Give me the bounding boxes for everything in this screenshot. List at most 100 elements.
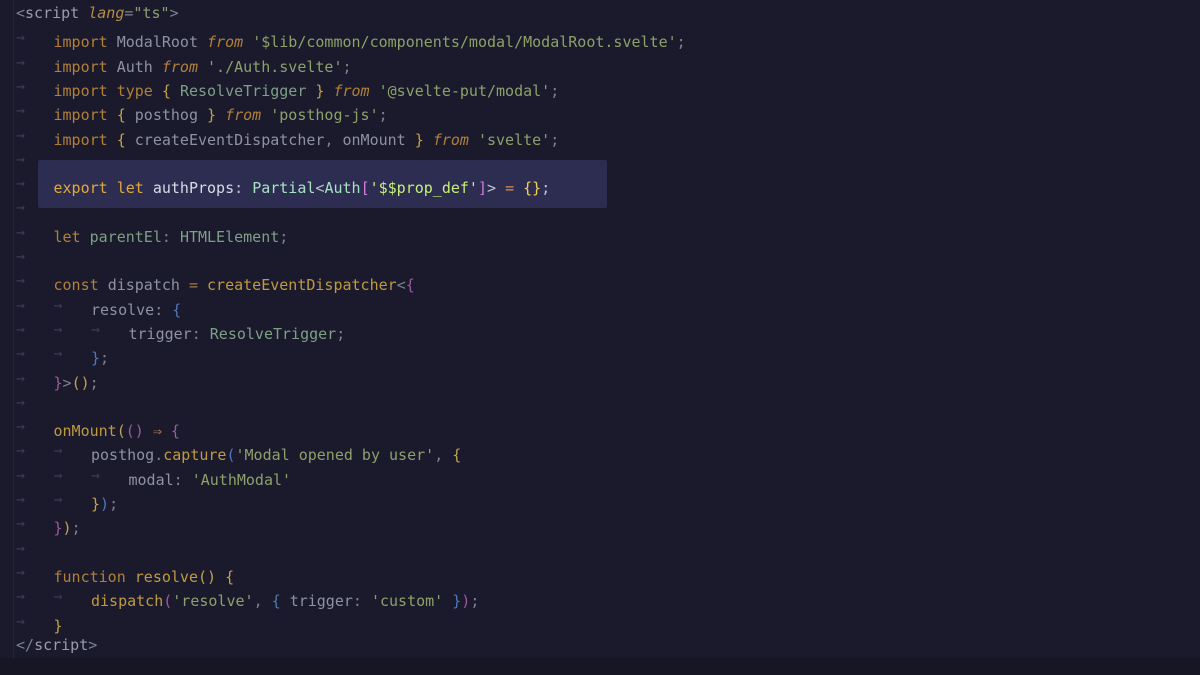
code-token: ; — [541, 179, 551, 198]
code-token: authProps — [152, 179, 235, 198]
code-token: ; — [550, 130, 560, 149]
code-token: import — [53, 106, 108, 125]
code-line[interactable]: → — [16, 246, 54, 266]
indent-guide-icon: → — [53, 587, 63, 606]
indent-guide-icon: → — [16, 562, 26, 581]
code-token: from — [207, 33, 244, 52]
code-token: ⇒ — [152, 422, 162, 441]
code-line[interactable]: → import type { ResolveTrigger } from '@s… — [16, 76, 559, 100]
code-token: { — [271, 592, 281, 611]
code-token: trigger — [289, 592, 353, 611]
code-line[interactable]: → → → modal: 'AuthModal' — [16, 465, 291, 489]
code-line[interactable]: →}>(); — [16, 368, 99, 392]
code-token: : — [234, 179, 244, 198]
code-line[interactable]: → → → trigger: ResolveTrigger; — [16, 319, 345, 343]
code-token: let — [53, 227, 81, 246]
code-line[interactable]: → let parentEl: HTMLElement; — [16, 222, 288, 246]
code-line[interactable]: <script lang="ts"> — [16, 3, 179, 23]
code-token: ( — [116, 422, 126, 441]
code-line[interactable]: → →}; — [16, 343, 109, 367]
code-token: parentEl — [89, 227, 162, 246]
code-line[interactable]: → → posthog.capture('Modal opened by user'… — [16, 440, 461, 464]
code-token: const — [53, 276, 99, 295]
code-line[interactable]: → — [16, 149, 54, 169]
code-line[interactable]: → import ModalRoot from '$lib/common/comp… — [16, 27, 686, 51]
code-token: import — [53, 81, 108, 100]
code-token: } — [207, 106, 217, 125]
code-token: [ — [360, 179, 370, 198]
code-token: : — [173, 470, 183, 489]
code-token: ( — [226, 446, 236, 465]
code-token: from — [333, 81, 370, 100]
code-token: {} — [523, 179, 542, 198]
code-line[interactable]: → — [16, 197, 54, 217]
code-token: type — [116, 81, 153, 100]
code-token: } — [414, 130, 424, 149]
code-token: let — [116, 179, 144, 198]
indent-guide-icon: → — [16, 125, 26, 144]
indent-guide-icon: → — [91, 319, 101, 338]
code-line[interactable]: →} — [16, 611, 63, 635]
code-line[interactable]: → — [16, 392, 54, 412]
code-token: < — [16, 4, 26, 22]
code-line[interactable]: → export let authProps: Partial<Auth['$$p… — [16, 173, 550, 197]
code-line[interactable]: </script> — [16, 635, 97, 655]
code-line[interactable]: →}); — [16, 513, 81, 537]
indent-guide-icon: → — [16, 319, 26, 338]
code-line[interactable]: → import { posthog } from 'posthog-js'; — [16, 100, 388, 124]
code-token: resolve — [134, 567, 198, 586]
code-line[interactable]: → → dispatch('resolve', { trigger: 'custom… — [16, 586, 479, 610]
code-token: ; — [378, 106, 388, 125]
code-token: dispatch — [91, 592, 164, 611]
indent-guide-icon: → — [16, 174, 26, 193]
code-token: ModalRoot — [116, 33, 198, 52]
code-token: './Auth.svelte' — [207, 57, 343, 76]
code-line[interactable]: → import { createEventDispatcher, onMount… — [16, 125, 559, 149]
indent-guide-icon: → — [53, 441, 63, 460]
indent-guide-icon: → — [16, 441, 26, 460]
code-token: = — [505, 179, 515, 198]
indent-guide-icon: → — [16, 76, 26, 95]
code-token: < — [396, 276, 406, 295]
code-editor[interactable]: <script lang="ts"> → import ModalRoot from… — [0, 0, 1200, 675]
code-line[interactable]: → onMount(() ⇒ { — [16, 416, 180, 440]
code-line[interactable]: → → resolve: { — [16, 295, 181, 319]
code-token: > — [88, 635, 98, 654]
code-token: createEventDispatcher — [207, 276, 397, 295]
code-token: 'AuthModal' — [191, 470, 292, 489]
code-line[interactable]: → →}); — [16, 489, 118, 513]
code-token: > — [62, 373, 72, 392]
code-token: : — [161, 227, 171, 246]
code-token: } — [91, 349, 101, 368]
code-line[interactable]: → function resolve() { — [16, 562, 234, 586]
indent-guide-icon: → — [16, 587, 26, 606]
code-token: import — [53, 130, 108, 149]
code-token: } — [452, 592, 462, 611]
code-token: 'resolve' — [172, 592, 254, 611]
code-line[interactable]: → import Auth from './Auth.svelte'; — [16, 52, 352, 76]
code-line[interactable]: → — [16, 538, 54, 558]
code-token: 'custom' — [370, 592, 444, 611]
code-line[interactable]: → const dispatch = createEventDispatcher<… — [16, 270, 415, 294]
code-token: { — [172, 300, 182, 319]
indent-guide-icon: → — [53, 344, 63, 363]
code-token: ResolveTrigger — [179, 81, 307, 100]
code-token: , — [253, 592, 263, 611]
